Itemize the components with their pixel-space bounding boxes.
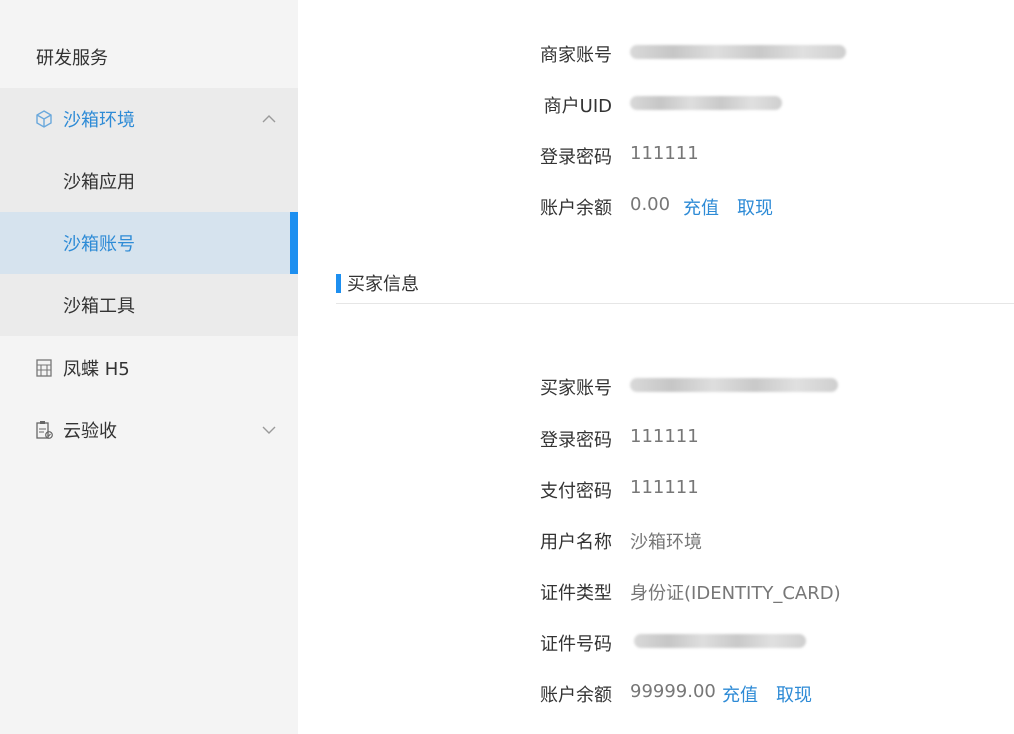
buyer-balance-value: 99999.00 <box>630 681 716 702</box>
section-marker <box>336 273 341 293</box>
merchant-recharge-link[interactable]: 充值 <box>683 194 719 220</box>
section-divider <box>336 303 1014 304</box>
sidebar-item-cloud-acceptance[interactable]: 云验收 <box>0 399 298 461</box>
buyer-pay-password-label: 支付密码 <box>540 481 612 502</box>
section-title: 买家信息 <box>347 274 419 295</box>
sidebar: 研发服务 沙箱环境 沙箱应用 沙箱账号 沙箱工具 凤蝶 H5 云验收 <box>0 0 298 734</box>
merchant-uid-label: 商户UID <box>543 96 612 117</box>
buyer-pay-password-value: 111111 <box>630 477 699 498</box>
buyer-id-type-value: 身份证(IDENTITY_CARD) <box>630 583 841 604</box>
sidebar-item-label: 云验收 <box>63 421 117 442</box>
buyer-balance-label: 账户余额 <box>540 685 612 706</box>
cube-icon <box>34 109 54 129</box>
sidebar-item-label: 沙箱工具 <box>63 296 135 317</box>
active-indicator <box>290 212 298 274</box>
merchant-balance-label: 账户余额 <box>540 198 612 219</box>
sidebar-item-sandbox-env[interactable]: 沙箱环境 <box>0 88 298 150</box>
buyer-login-password-value: 111111 <box>630 426 699 447</box>
sidebar-item-fengdie-h5[interactable]: 凤蝶 H5 <box>0 337 298 399</box>
merchant-withdraw-link[interactable]: 取现 <box>737 194 773 220</box>
buyer-account-label: 买家账号 <box>540 378 612 399</box>
buyer-account-value-blurred <box>630 378 838 392</box>
merchant-password-label: 登录密码 <box>540 147 612 168</box>
building-icon <box>34 358 54 378</box>
sidebar-item-sandbox-account[interactable]: 沙箱账号 <box>0 212 298 274</box>
buyer-id-number-label: 证件号码 <box>540 634 612 655</box>
buyer-id-type-label: 证件类型 <box>540 583 612 604</box>
chevron-up-icon <box>260 110 278 128</box>
buyer-user-name-label: 用户名称 <box>540 532 612 553</box>
merchant-account-label: 商家账号 <box>540 45 612 66</box>
sidebar-item-label: 沙箱环境 <box>63 110 135 131</box>
clipboard-check-icon <box>34 420 54 440</box>
merchant-password-value: 111111 <box>630 143 699 164</box>
buyer-login-password-label: 登录密码 <box>540 430 612 451</box>
sidebar-item-label: 沙箱账号 <box>63 234 135 255</box>
merchant-balance-value: 0.00 <box>630 194 671 215</box>
sidebar-item-sandbox-app[interactable]: 沙箱应用 <box>0 150 298 212</box>
buyer-withdraw-link[interactable]: 取现 <box>776 681 812 707</box>
buyer-recharge-link[interactable]: 充值 <box>722 681 758 707</box>
buyer-user-name-value: 沙箱环境 <box>630 532 702 553</box>
sidebar-item-sandbox-tools[interactable]: 沙箱工具 <box>0 274 298 336</box>
buyer-section-header: 买家信息 <box>336 272 419 295</box>
sidebar-item-label: 沙箱应用 <box>63 172 135 193</box>
chevron-down-icon <box>260 421 278 439</box>
merchant-uid-value-blurred <box>630 96 782 110</box>
sidebar-item-label: 凤蝶 H5 <box>63 359 130 380</box>
sidebar-title: 研发服务 <box>36 48 108 69</box>
merchant-account-value-blurred <box>630 45 846 59</box>
buyer-id-number-value-blurred <box>634 634 806 648</box>
